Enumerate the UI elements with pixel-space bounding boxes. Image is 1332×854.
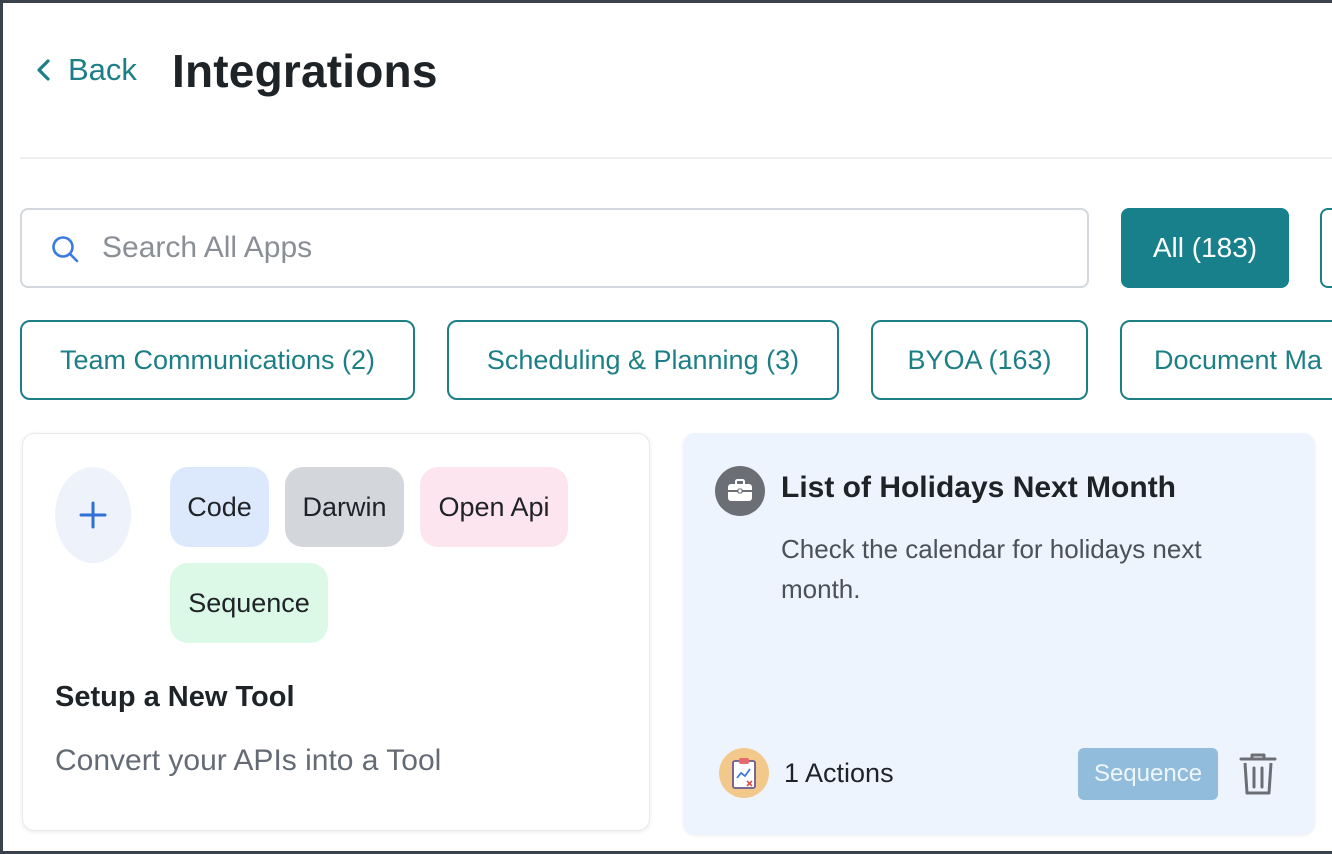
tool-description: Check the calendar for holidays next mon… [781, 534, 1202, 604]
page-header: Back Integrations [0, 0, 1332, 150]
tag-darwin[interactable]: Darwin [285, 467, 404, 547]
page-title: Integrations [172, 45, 438, 97]
tag-code[interactable]: Code [170, 467, 269, 547]
filter-all-button[interactable]: All (183) [1121, 208, 1289, 288]
filter-chip-team-communications[interactable]: Team Communications (2) [20, 320, 415, 400]
filter-chip-scheduling-planning[interactable]: Scheduling & Planning (3) [447, 320, 839, 400]
search-bar[interactable] [20, 208, 1089, 288]
briefcase-icon [715, 466, 765, 516]
header-divider [20, 157, 1332, 159]
new-tool-card[interactable]: Code Darwin Open Api Sequence Setup a Ne… [22, 433, 650, 831]
search-input[interactable] [102, 224, 1062, 272]
new-tool-subtitle: Convert your APIs into a Tool [55, 744, 442, 777]
back-label: Back [68, 52, 137, 87]
filter-next-button[interactable] [1320, 208, 1332, 288]
add-tool-button[interactable] [55, 467, 131, 563]
plus-icon [79, 501, 107, 529]
tag-open-api[interactable]: Open Api [420, 467, 568, 547]
trash-icon[interactable] [1238, 751, 1278, 797]
clipboard-icon [719, 748, 769, 798]
actions-count: 1 Actions [784, 758, 894, 788]
tool-title: List of Holidays Next Month [781, 471, 1177, 504]
tool-card[interactable]: List of Holidays Next Month Check the ca… [683, 433, 1315, 835]
filter-chip-byoa[interactable]: BYOA (163) [871, 320, 1088, 400]
back-button[interactable]: Back [34, 52, 137, 88]
sequence-badge: Sequence [1078, 748, 1218, 800]
new-tool-title: Setup a New Tool [55, 681, 295, 713]
tag-sequence[interactable]: Sequence [170, 563, 328, 643]
filter-chip-document-management[interactable]: Document Ma [1120, 320, 1332, 400]
search-icon [52, 236, 79, 263]
chevron-left-icon [37, 59, 50, 81]
